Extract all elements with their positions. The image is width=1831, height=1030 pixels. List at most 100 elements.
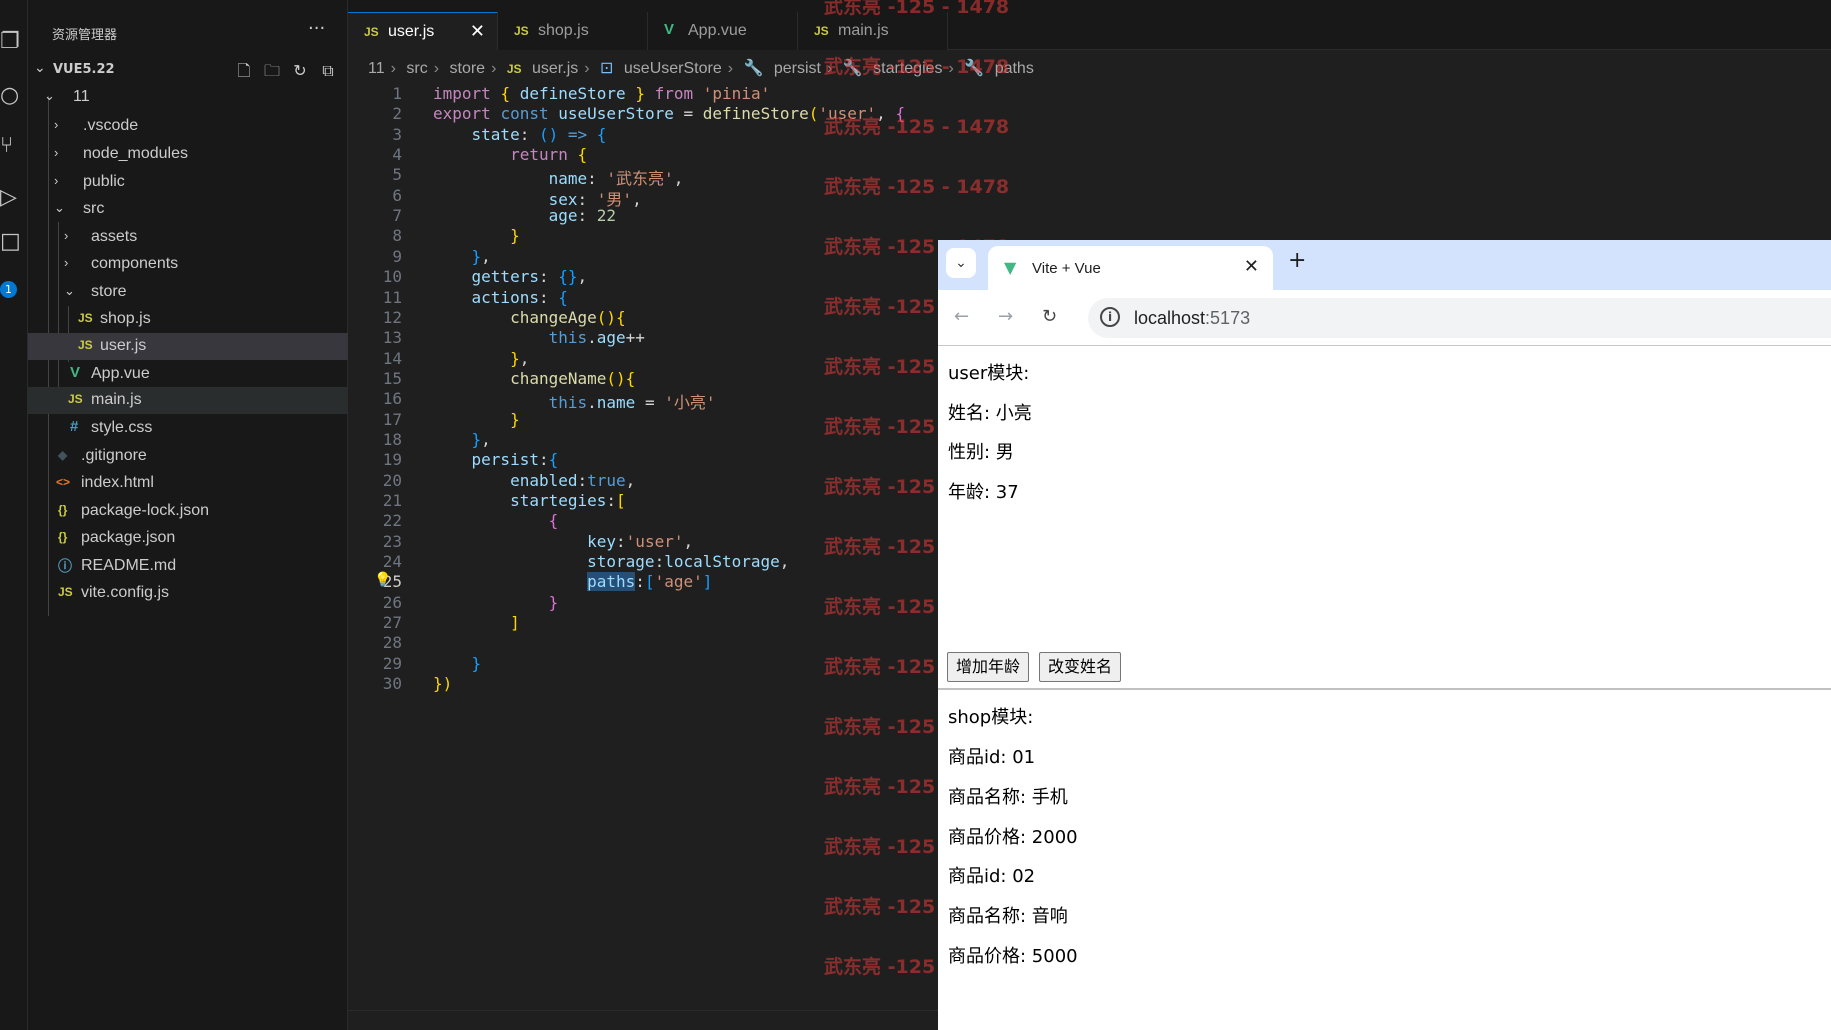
lightbulb-icon[interactable]: 💡 [374,572,391,588]
tree-file-app-vue[interactable]: V App.vue [28,361,348,388]
tree-folder-src[interactable]: ⌄ src [28,196,348,223]
tree-item-label: assets [91,228,138,245]
item-name: 商品名称: 手机 [948,787,1068,808]
tab-user-js[interactable]: JS user.js ✕ [348,12,498,50]
extensions-icon[interactable]: □ [0,228,28,256]
tree-file-user-js[interactable]: JS user.js [28,333,348,360]
tab-shop-js[interactable]: JS shop.js [498,12,648,50]
js-file-icon: JS [58,585,73,599]
address-bar[interactable]: i localhost:5173 [1088,298,1831,338]
line-content: changeName(){ [510,368,636,388]
line-content: actions: { [471,287,568,307]
change-name-button[interactable]: 改变姓名 [1039,652,1122,682]
item-price: 商品价格: 2000 [948,827,1078,848]
line-number: 29 [382,653,402,673]
breadcrumb-item[interactable]: useUserStore [624,60,722,77]
info-file-icon: ⓘ [58,558,72,574]
tree-item-label: App.vue [91,365,150,382]
browser-toolbar: ← → ↻ i localhost:5173 [938,290,1831,346]
tree-folder-store[interactable]: ⌄ store [28,279,348,306]
line-content: export const useUserStore = defineStore(… [433,104,906,124]
tab-search-icon[interactable]: ⌄ [946,248,976,278]
tree-folder-node-modules[interactable]: › node_modules [28,141,348,168]
item-price: 商品价格: 5000 [948,946,1078,967]
search-icon[interactable]: ○ [0,82,28,110]
tree-file-readme[interactable]: ⓘ README.md [28,553,348,580]
explorer-icon[interactable]: ❐ [0,28,28,56]
workspace-root[interactable]: ⌄ VUE5.22 🗋 🗀 ↻ ⧉ [28,58,348,82]
tree-file-package-lock-json[interactable]: {} package-lock.json [28,498,348,525]
site-info-icon[interactable]: i [1100,307,1120,327]
chevron-right-icon: › [64,255,69,270]
breadcrumb-item[interactable]: user.js [532,60,578,77]
line-number: 22 [382,511,402,531]
forward-icon[interactable]: → [998,306,1013,327]
divider [938,688,1831,690]
increase-age-button[interactable]: 增加年龄 [947,652,1030,682]
line-content: state: () => { [471,124,607,144]
reload-icon[interactable]: ↻ [1042,306,1057,327]
new-tab-icon[interactable]: + [1288,248,1306,273]
browser-tab[interactable]: ▼ Vite + Vue ✕ [988,246,1273,290]
editor-tabs: JS user.js ✕ JS shop.js V App.vue JS mai… [348,0,1831,50]
html-file-icon: <> [56,475,71,489]
line-content: startegies:[ [510,491,626,510]
code-line[interactable]: 30}) [348,674,938,698]
more-actions-icon[interactable]: ··· [308,18,325,39]
source-control-icon[interactable]: ⑂ [0,132,28,160]
run-debug-icon[interactable]: ▷ [0,184,28,212]
item-id: 商品id: 01 [948,747,1036,768]
line-content: key:'user', [587,531,694,551]
line-number: 18 [382,429,402,449]
new-file-icon[interactable]: 🗋 [230,60,258,87]
line-content: }, [471,246,491,266]
tab-main-js[interactable]: JS main.js [798,12,948,50]
line-number: 4 [392,145,402,165]
close-icon[interactable]: ✕ [1244,256,1259,277]
explorer-sidebar: 资源管理器 ··· ⌄ VUE5.22 🗋 🗀 ↻ ⧉ ⌄ 11 › .vscode … [28,0,348,1030]
tree-item-label: package.json [81,529,176,546]
breadcrumb-item[interactable]: src [406,60,427,77]
code-editor[interactable]: 1 import { defineStore } from 'pinia' 2 exp… [348,84,938,1014]
line-number: 8 [392,226,402,246]
js-file-icon: JS [514,24,529,38]
tree-item-label: .vscode [83,117,139,134]
tree-file-vite-config[interactable]: JS vite.config.js [28,580,348,607]
tab-app-vue[interactable]: V App.vue [648,12,798,50]
new-folder-icon[interactable]: 🗀 [258,60,286,87]
tree-file-shop-js[interactable]: JS shop.js [28,306,348,333]
tree-item-label: user.js [100,337,147,354]
tree-folder-components[interactable]: › components [28,251,348,278]
symbol-variable-icon: ⊡ [600,60,614,77]
tree-folder-vscode[interactable]: › .vscode [28,113,348,140]
tree-folder-11[interactable]: ⌄ 11 [28,84,348,111]
user-sex: 性别: 男 [948,442,1014,463]
line-content: { [548,511,559,531]
back-icon[interactable]: ← [954,306,969,327]
tree-folder-public[interactable]: › public [28,169,348,196]
refresh-icon[interactable]: ↻ [286,61,314,80]
line-content: storage:localStorage, [587,552,790,572]
chevron-right-icon: › [54,117,59,132]
breadcrumb-item[interactable]: startegies [873,60,942,77]
tree-file-index-html[interactable]: <> index.html [28,470,348,497]
collapse-all-icon[interactable]: ⧉ [314,61,342,81]
close-icon[interactable]: ✕ [470,21,485,42]
breadcrumb-item[interactable]: store [450,60,486,77]
line-number: 13 [382,328,402,348]
tree-file-package-json[interactable]: {} package.json [28,525,348,552]
js-file-icon: JS [78,311,93,325]
breadcrumb-item[interactable]: 11 [368,60,385,77]
tree-file-style-css[interactable]: # style.css [28,415,348,442]
chevron-down-icon: ⌄ [64,283,75,298]
breadcrumb-item[interactable]: paths [995,60,1034,77]
tree-file-main-js[interactable]: JS main.js [28,387,348,414]
breadcrumb-item[interactable]: persist [774,60,821,77]
line-number: 9 [392,246,402,266]
tree-item-label: index.html [81,474,154,491]
tree-item-label: node_modules [83,145,188,162]
line-number: 14 [382,348,402,368]
tree-item-label: public [83,173,125,190]
tree-folder-assets[interactable]: › assets [28,224,348,251]
tree-file-gitignore[interactable]: ◆ .gitignore [28,443,348,470]
